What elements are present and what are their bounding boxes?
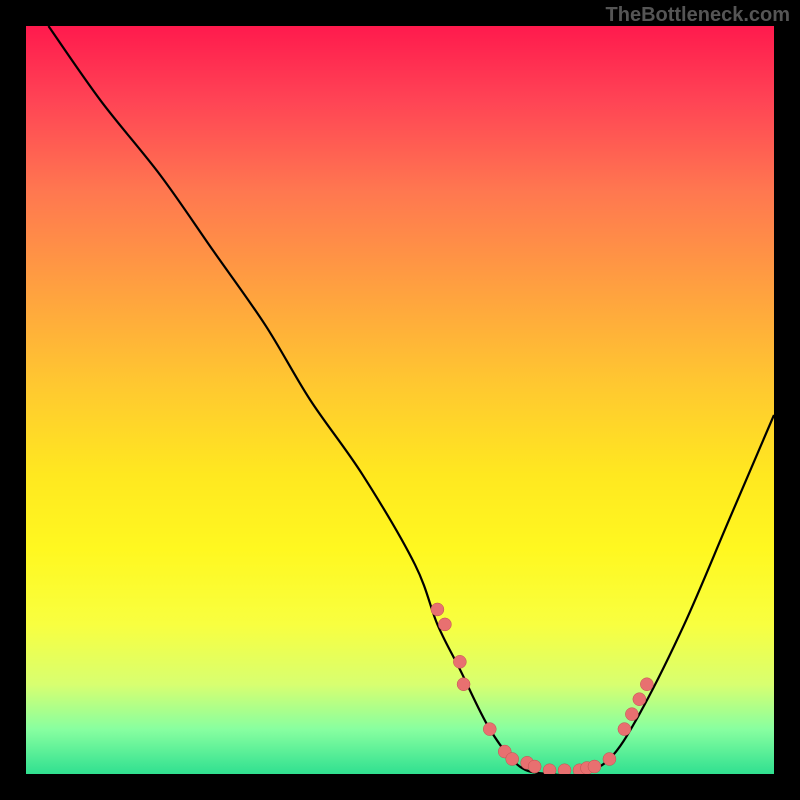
data-point (543, 764, 556, 774)
data-point (633, 693, 646, 706)
data-point (625, 708, 638, 721)
data-point (453, 655, 466, 668)
data-point (506, 753, 519, 766)
sample-dots (431, 603, 653, 774)
data-point (438, 618, 451, 631)
data-point (618, 723, 631, 736)
watermark-text: TheBottleneck.com (606, 4, 790, 27)
data-point (558, 764, 571, 774)
chart-svg (26, 26, 774, 774)
data-point (431, 603, 444, 616)
data-point (528, 760, 541, 773)
bottleneck-curve (48, 26, 774, 774)
data-point (640, 678, 653, 691)
chart-area (26, 26, 774, 774)
data-point (588, 760, 601, 773)
data-point (457, 678, 470, 691)
data-point (483, 723, 496, 736)
data-point (603, 753, 616, 766)
